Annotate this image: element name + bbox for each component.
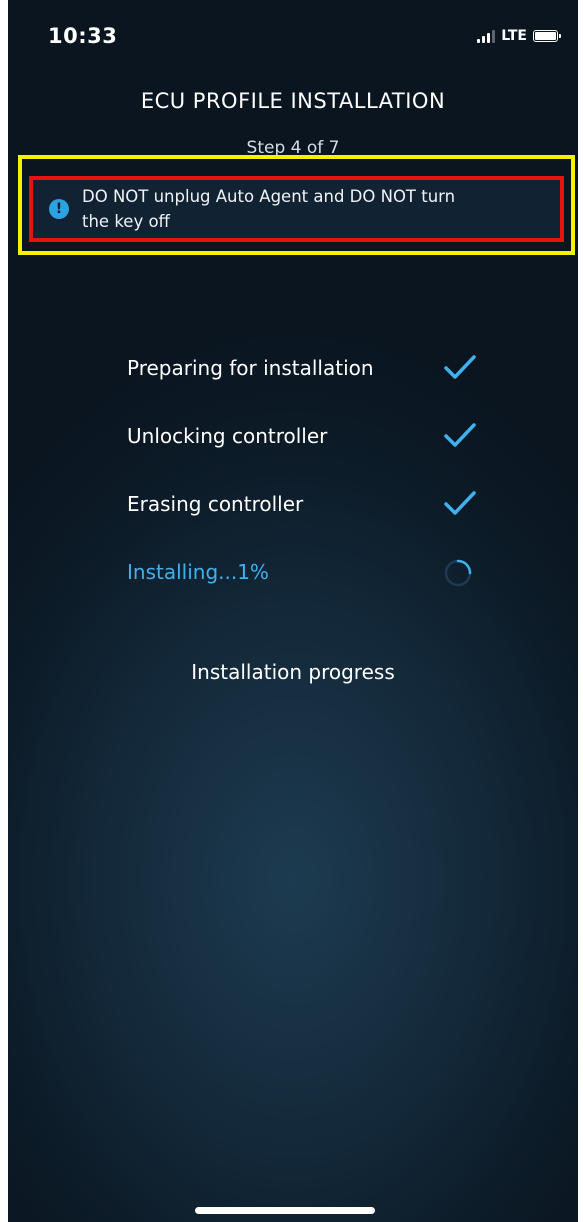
step-label: Unlocking controller [127,424,328,448]
spinner-icon [444,559,472,587]
exclamation-icon: ! [49,199,69,219]
home-indicator[interactable] [195,1207,375,1214]
status-time: 10:33 [48,24,118,48]
step-row-installing: Installing...1% [127,538,477,606]
checkmark-icon [444,423,476,447]
app-screen: 10:33 LTE ECU PROFILE INSTALLATION Step … [8,0,578,1222]
signal-icon [477,29,496,43]
step-label-active: Installing...1% [127,560,269,584]
battery-icon [533,30,561,42]
step-label: Preparing for installation [127,356,374,380]
status-icons: LTE [477,28,561,44]
installation-progress-label: Installation progress [191,660,395,684]
warning-line-2: the key off [82,212,170,231]
checkmark-icon [444,491,476,515]
step-row-preparing: Preparing for installation [127,334,477,402]
warning-banner: ! DO NOT unplug Auto Agent and DO NOT tu… [29,176,564,242]
checkmark-icon [444,355,476,379]
step-row-unlocking: Unlocking controller [127,402,477,470]
installation-steps: Preparing for installation Unlocking con… [127,334,477,606]
warning-text: DO NOT unplug Auto Agent and DO NOT turn… [82,184,455,234]
step-label: Erasing controller [127,492,304,516]
network-label: LTE [501,28,527,44]
page-title: ECU PROFILE INSTALLATION [140,89,446,113]
warning-line-1: DO NOT unplug Auto Agent and DO NOT turn [82,187,456,206]
step-row-erasing: Erasing controller [127,470,477,538]
